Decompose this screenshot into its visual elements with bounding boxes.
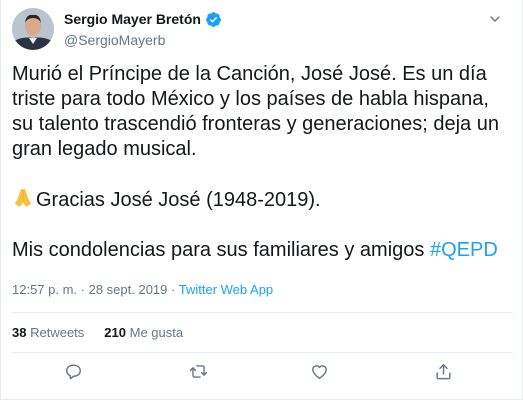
tweet-thanks-text: Gracias José José (1948-2019). — [36, 189, 321, 211]
tweet-text-line: gran legado musical. — [12, 138, 197, 160]
tweet-time[interactable]: 12:57 p. m. — [12, 282, 77, 297]
retweets-count: 38 — [12, 325, 27, 340]
divider — [12, 312, 513, 313]
timestamp-separator: · — [167, 282, 179, 297]
tweet-text-line: triste para todo México y los países de … — [12, 88, 489, 110]
retweet-icon — [189, 362, 208, 386]
folded-hands-icon — [12, 187, 34, 209]
tweet-timestamp: 12:57 p. m. · 28 sept. 2019 · Twitter We… — [12, 282, 273, 297]
likes-label: Me gusta — [129, 325, 184, 340]
likes-count: 210 — [104, 325, 126, 340]
likes-stat[interactable]: 210 Me gusta — [104, 325, 183, 340]
chevron-down-icon[interactable] — [488, 12, 502, 26]
share-button[interactable] — [431, 362, 455, 386]
tweet-actions — [1, 362, 523, 390]
retweets-stat[interactable]: 38 Retweets — [12, 325, 84, 340]
reply-icon — [64, 362, 83, 386]
verified-badge-icon — [205, 11, 222, 28]
tweet-text: Murió el Príncipe de la Canción, José Jo… — [12, 62, 512, 263]
tweet-condolences-text: Mis condolencias para sus familiares y a… — [12, 239, 430, 261]
tweet-thanks-line: Gracias José José (1948-2019). — [12, 187, 512, 213]
tweet-stats: 38 Retweets 210 Me gusta — [12, 325, 203, 340]
tweet-header: Sergio Mayer Bretón @SergioMayerb — [12, 8, 512, 52]
share-icon — [434, 362, 453, 386]
tweet-condolences-line: Mis condolencias para sus familiares y a… — [12, 238, 512, 263]
handle[interactable]: @SergioMayerb — [64, 32, 222, 48]
retweets-label: Retweets — [30, 325, 85, 340]
source-link[interactable]: Twitter Web App — [179, 282, 273, 297]
heart-icon — [310, 362, 329, 386]
avatar[interactable] — [12, 8, 54, 50]
author-info: Sergio Mayer Bretón @SergioMayerb — [64, 10, 222, 48]
retweet-button[interactable] — [186, 362, 210, 386]
divider — [12, 352, 513, 353]
tweet-text-line: Murió el Príncipe de la Canción, José Jo… — [12, 63, 487, 85]
display-name[interactable]: Sergio Mayer Bretón — [64, 11, 201, 27]
like-button[interactable] — [307, 362, 331, 386]
reply-button[interactable] — [61, 362, 85, 386]
hashtag-link[interactable]: #QEPD — [430, 239, 498, 261]
tweet-text-line: su talento trascendió fronteras y genera… — [12, 113, 499, 135]
timestamp-separator: · — [77, 282, 89, 297]
tweet-card: Sergio Mayer Bretón @SergioMayerb Murió … — [0, 0, 523, 400]
tweet-date[interactable]: 28 sept. 2019 — [89, 282, 168, 297]
